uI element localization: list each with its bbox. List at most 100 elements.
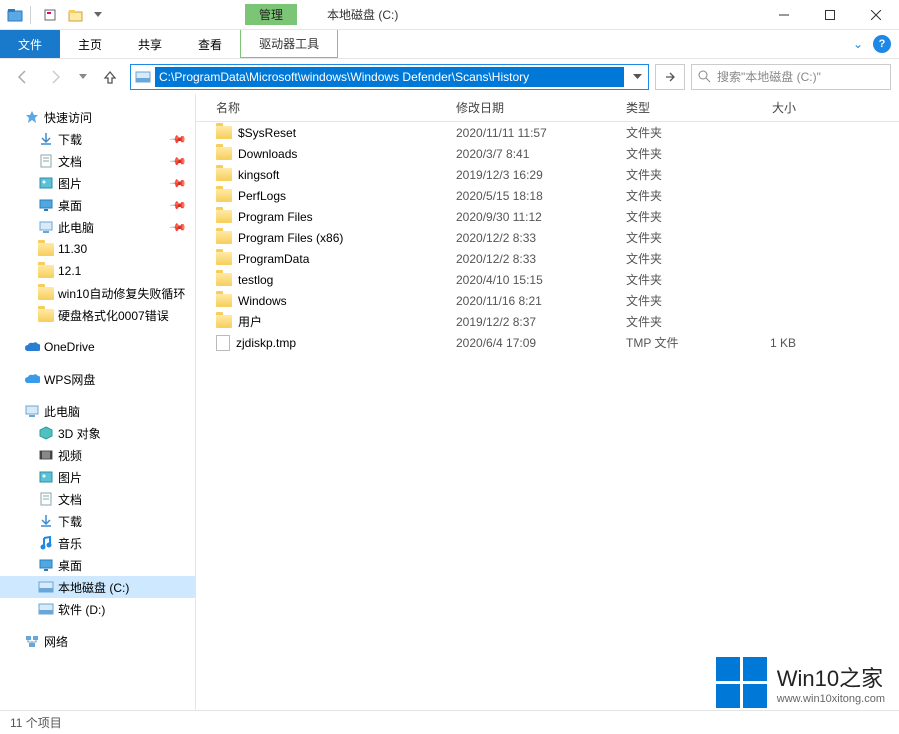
sidebar-quick-item-2[interactable]: 图片 📌 [0,172,195,194]
file-date: 2020/12/2 8:33 [456,252,626,266]
sidebar-pc-item-8[interactable]: 软件 (D:) [0,598,195,620]
doc-icon [38,153,54,169]
qat-newfolder-icon[interactable] [65,4,87,26]
address-dropdown-icon[interactable] [626,74,648,80]
tree-item-label: 11.30 [58,242,87,256]
sidebar-quick-access[interactable]: 快速访问 [0,106,195,128]
file-type: 文件夹 [626,187,726,204]
minimize-button[interactable] [761,0,807,30]
pc-icon [24,403,40,419]
nav-up-button[interactable] [96,63,124,91]
qat-properties-icon[interactable] [39,4,61,26]
sidebar-quick-item-8[interactable]: 硬盘格式化0007错误 [0,304,195,326]
sidebar-pc-item-1[interactable]: 视频 [0,444,195,466]
tree-item-label: 12.1 [58,264,81,278]
file-name: Program Files (x86) [238,231,343,245]
tab-file[interactable]: 文件 [0,30,60,58]
sidebar-quick-item-6[interactable]: 12.1 [0,260,195,282]
nav-recent-dropdown[interactable] [76,63,90,91]
file-type: 文件夹 [626,250,726,267]
sidebar-quick-item-0[interactable]: 下载 📌 [0,128,195,150]
address-bar: 搜索"本地磁盘 (C:)" [0,58,899,94]
file-row[interactable]: 用户 2019/12/2 8:37 文件夹 [196,311,899,332]
tree-item-label: 本地磁盘 (C:) [58,579,129,596]
close-button[interactable] [853,0,899,30]
titlebar: 管理 本地磁盘 (C:) [0,0,899,30]
address-input-wrap[interactable] [130,64,649,90]
folder-icon [216,231,232,244]
tab-view[interactable]: 查看 [180,30,240,58]
tab-share[interactable]: 共享 [120,30,180,58]
file-row[interactable]: $SysReset 2020/11/11 11:57 文件夹 [196,122,899,143]
file-row[interactable]: testlog 2020/4/10 15:15 文件夹 [196,269,899,290]
file-row[interactable]: Program Files (x86) 2020/12/2 8:33 文件夹 [196,227,899,248]
file-row[interactable]: Program Files 2020/9/30 11:12 文件夹 [196,206,899,227]
drive-icon [38,579,54,595]
file-row[interactable]: Windows 2020/11/16 8:21 文件夹 [196,290,899,311]
sidebar-this-pc[interactable]: 此电脑 [0,400,195,422]
sidebar-pc-item-3[interactable]: 文档 [0,488,195,510]
tree-item-label: OneDrive [44,340,95,354]
doc-icon [38,491,54,507]
sidebar-pc-item-5[interactable]: 音乐 [0,532,195,554]
watermark-title: Win10之家 [777,661,885,693]
file-name: PerfLogs [238,189,286,203]
maximize-button[interactable] [807,0,853,30]
qat-dropdown-icon[interactable] [91,4,105,26]
file-row[interactable]: zjdiskp.tmp 2020/6/4 17:09 TMP 文件 1 KB [196,332,899,353]
file-type: TMP 文件 [626,334,726,351]
sidebar-network[interactable]: 网络 [0,630,195,652]
file-row[interactable]: ProgramData 2020/12/2 8:33 文件夹 [196,248,899,269]
file-row[interactable]: PerfLogs 2020/5/15 18:18 文件夹 [196,185,899,206]
drive-icon [133,67,153,87]
column-type[interactable]: 类型 [626,99,726,116]
sidebar-quick-item-3[interactable]: 桌面 📌 [0,194,195,216]
pin-icon: 📌 [169,218,188,237]
tree-item-label: 桌面 [58,197,82,214]
column-size[interactable]: 大小 [726,99,806,116]
nav-forward-button[interactable] [42,63,70,91]
sidebar-wps[interactable]: WPS网盘 [0,368,195,390]
folder-icon [216,168,232,181]
folder-icon [216,252,232,265]
folder-icon [38,285,54,301]
column-name[interactable]: 名称 [196,99,456,116]
column-headers: 名称 修改日期 类型 大小 [196,94,899,122]
sidebar-pc-item-4[interactable]: 下载 [0,510,195,532]
tree-item-label: 硬盘格式化0007错误 [58,307,169,324]
nav-back-button[interactable] [8,63,36,91]
sidebar-quick-item-7[interactable]: win10自动修复失败循环 [0,282,195,304]
tab-home[interactable]: 主页 [60,30,120,58]
sidebar-pc-item-6[interactable]: 桌面 [0,554,195,576]
go-button[interactable] [655,64,685,90]
file-name: 用户 [238,313,262,330]
sidebar-quick-item-5[interactable]: 11.30 [0,238,195,260]
help-icon[interactable]: ? [873,35,891,53]
search-box[interactable]: 搜索"本地磁盘 (C:)" [691,64,891,90]
file-date: 2019/12/2 8:37 [456,315,626,329]
file-row[interactable]: kingsoft 2019/12/3 16:29 文件夹 [196,164,899,185]
sidebar-pc-item-7[interactable]: 本地磁盘 (C:) [0,576,195,598]
pin-icon: 📌 [169,152,188,171]
tab-drive-tool[interactable]: 驱动器工具 [240,30,338,58]
sidebar-pc-item-2[interactable]: 图片 [0,466,195,488]
column-date[interactable]: 修改日期 [456,99,626,116]
ribbon-collapse-icon[interactable]: ⌄ [853,37,863,51]
file-name: zjdiskp.tmp [236,336,296,350]
sidebar-quick-item-4[interactable]: 此电脑 📌 [0,216,195,238]
desktop-icon [38,557,54,573]
file-type: 文件夹 [626,145,726,162]
tree-item-label: 下载 [58,513,82,530]
sidebar-quick-item-1[interactable]: 文档 📌 [0,150,195,172]
address-input[interactable] [155,67,624,87]
file-date: 2020/11/11 11:57 [456,126,626,140]
watermark-logo-icon [716,657,767,708]
sidebar-pc-item-0[interactable]: 3D 对象 [0,422,195,444]
tree-item-label: 文档 [58,491,82,508]
file-row[interactable]: Downloads 2020/3/7 8:41 文件夹 [196,143,899,164]
file-name: ProgramData [238,252,309,266]
tree-item-label: 此电脑 [58,219,94,236]
download-icon [38,513,54,529]
file-name: Windows [238,294,287,308]
sidebar-onedrive[interactable]: OneDrive [0,336,195,358]
